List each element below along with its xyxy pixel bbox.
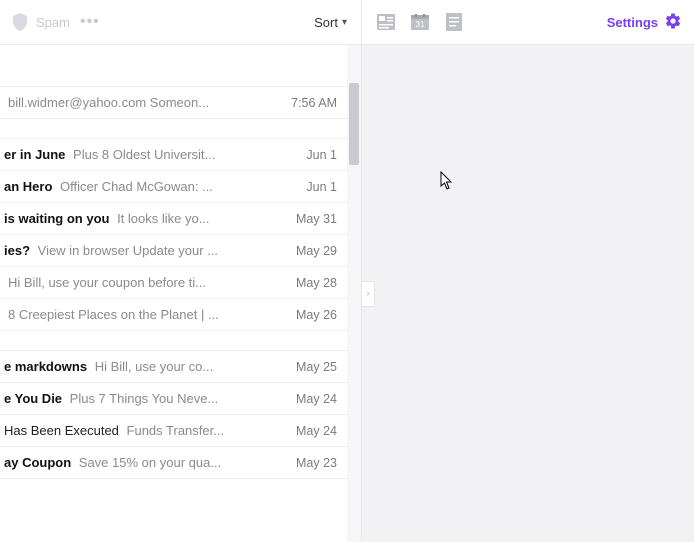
message-line: er in June Plus 8 Oldest Universit... [0, 147, 296, 162]
message-row[interactable]: 8 Creepiest Places on the Planet | ... Ma… [0, 299, 347, 331]
sort-label: Sort [314, 15, 338, 30]
message-row[interactable]: bill.widmer@yahoo.com Someon... 7:56 AM [0, 87, 347, 119]
message-preview: 8 Creepiest Places on the Planet | ... [8, 307, 219, 322]
message-row[interactable]: an Hero Officer Chad McGowan: ... Jun 1 [0, 171, 347, 203]
message-preview: Hi Bill, use your co... [91, 359, 213, 374]
message-line: e You Die Plus 7 Things You Neve... [0, 391, 286, 406]
gear-icon [664, 12, 682, 33]
right-toolbar: 31 Settings [362, 0, 694, 44]
message-subject: e You Die [4, 391, 62, 406]
more-actions-button[interactable]: ••• [80, 13, 100, 31]
message-subject: Has Been Executed [4, 423, 119, 438]
message-subject: ay Coupon [4, 455, 71, 470]
message-subject: er in June [4, 147, 65, 162]
message-preview: It looks like yo... [113, 211, 209, 226]
message-row[interactable]: e You Die Plus 7 Things You Neve... May 2… [0, 383, 347, 415]
message-date: 7:56 AM [291, 96, 337, 110]
message-row[interactable]: e markdowns Hi Bill, use your co... May 2… [0, 351, 347, 383]
message-row[interactable]: Has Been Executed Funds Transfer... May 2… [0, 415, 347, 447]
message-list-pane: Spam ••• Sort ▾ bill.widmer@yahoo.com So… [0, 0, 362, 542]
collapse-handle[interactable]: › [361, 281, 375, 307]
message-line: is waiting on you It looks like yo... [0, 211, 286, 226]
message-preview: Plus 8 Oldest Universit... [69, 147, 215, 162]
message-date: May 24 [296, 424, 337, 438]
scrollbar-track[interactable] [347, 45, 361, 542]
list-toolbar: Spam ••• Sort ▾ [0, 0, 361, 44]
notepad-icon[interactable] [444, 13, 464, 31]
message-subject: ies? [4, 243, 30, 258]
message-subject: an Hero [4, 179, 52, 194]
reading-pane: › [362, 45, 694, 542]
message-row[interactable]: ay Coupon Save 15% on your qua... May 23 [0, 447, 347, 479]
settings-button[interactable]: Settings [607, 0, 682, 44]
message-line: ies? View in browser Update your ... [0, 243, 286, 258]
message-line: Hi Bill, use your coupon before ti... [0, 275, 286, 290]
message-row[interactable]: Hi Bill, use your coupon before ti... May… [0, 267, 347, 299]
calendar-icon[interactable]: 31 [410, 13, 430, 31]
app-root: Spam ••• Sort ▾ bill.widmer@yahoo.com So… [0, 0, 694, 542]
message-line: ay Coupon Save 15% on your qua... [0, 455, 286, 470]
message-line: e markdowns Hi Bill, use your co... [0, 359, 286, 374]
message-date: May 24 [296, 392, 337, 406]
message-preview: Hi Bill, use your coupon before ti... [8, 275, 206, 290]
message-line: 8 Creepiest Places on the Planet | ... [0, 307, 286, 322]
message-preview: Officer Chad McGowan: ... [56, 179, 213, 194]
message-date: May 31 [296, 212, 337, 226]
message-date: May 28 [296, 276, 337, 290]
message-date: May 23 [296, 456, 337, 470]
shield-icon [12, 13, 28, 31]
message-date: May 29 [296, 244, 337, 258]
message-row[interactable]: er in June Plus 8 Oldest Universit... Jun… [0, 139, 347, 171]
settings-label: Settings [607, 15, 658, 30]
message-row[interactable]: is waiting on you It looks like yo... May… [0, 203, 347, 235]
contacts-icon[interactable] [376, 13, 396, 31]
message-preview: View in browser Update your ... [34, 243, 218, 258]
message-subject: is waiting on you [4, 211, 109, 226]
svg-text:31: 31 [416, 20, 425, 29]
message-row[interactable]: ies? View in browser Update your ... May … [0, 235, 347, 267]
message-date: May 25 [296, 360, 337, 374]
chevron-down-icon: ▾ [342, 17, 347, 28]
message-date: Jun 1 [306, 180, 337, 194]
folder-name: Spam [36, 15, 70, 30]
message-preview: Save 15% on your qua... [75, 455, 221, 470]
message-list: bill.widmer@yahoo.com Someon... 7:56 AM er… [0, 45, 347, 479]
scrollbar-thumb[interactable] [349, 83, 359, 165]
message-line: an Hero Officer Chad McGowan: ... [0, 179, 296, 194]
message-preview: bill.widmer@yahoo.com Someon... [8, 95, 209, 110]
message-subject: e markdowns [4, 359, 87, 374]
message-list-scroll: bill.widmer@yahoo.com Someon... 7:56 AM er… [0, 45, 361, 542]
message-preview: Plus 7 Things You Neve... [66, 391, 218, 406]
message-line: Has Been Executed Funds Transfer... [0, 423, 286, 438]
message-date: Jun 1 [306, 148, 337, 162]
message-preview: Funds Transfer... [123, 423, 224, 438]
message-line: bill.widmer@yahoo.com Someon... [0, 95, 281, 110]
reading-pane-wrap: 31 Settings › [362, 0, 694, 542]
sort-button[interactable]: Sort ▾ [314, 0, 347, 44]
message-date: May 26 [296, 308, 337, 322]
